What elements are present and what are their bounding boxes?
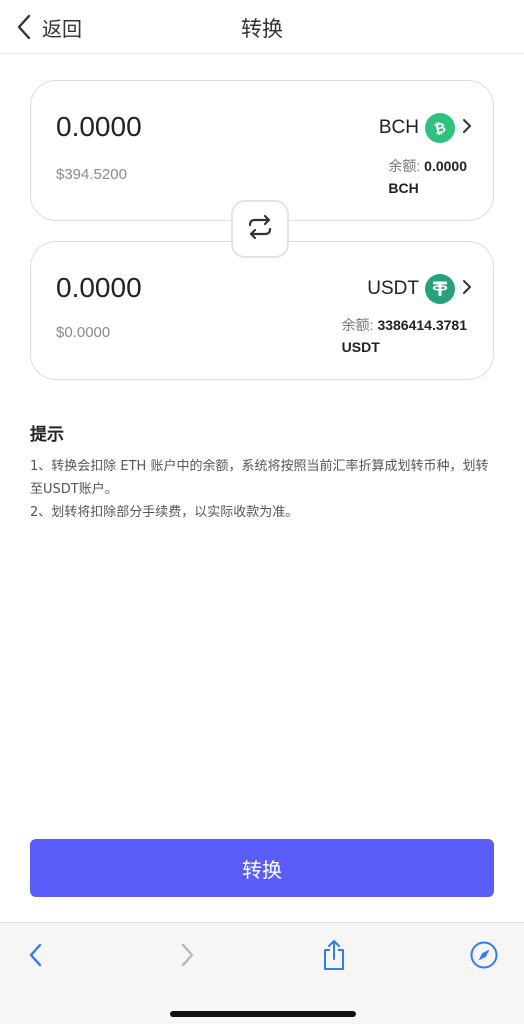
tips-title: 提示 <box>30 425 64 445</box>
from-balance: 余额: 0.0000 BCH <box>388 155 467 199</box>
to-balance: 余额: 3386414.3781 USDT <box>342 314 467 358</box>
chevron-right-icon <box>179 942 195 972</box>
swap-arrows-icon <box>246 214 274 243</box>
compass-icon <box>469 940 499 974</box>
to-token-name: USDT <box>367 278 419 299</box>
page-title: 转换 <box>241 17 283 41</box>
to-balance-unit: USDT <box>341 339 380 355</box>
home-indicator <box>170 1011 356 1017</box>
convert-submit-button[interactable]: 转换 <box>30 839 494 897</box>
tips-text: 1、转换会扣除 ETH 账户中的余额，系统将按照当前汇率折算成划转币种，划转至U… <box>30 455 500 524</box>
browser-back-button[interactable] <box>18 939 54 975</box>
to-token-selector[interactable]: USDT <box>367 274 473 304</box>
to-fiat-value: $0.0000 <box>56 324 111 341</box>
browser-forward-button[interactable] <box>169 939 205 975</box>
tip-line-1: 1、转换会扣除 ETH 账户中的余额，系统将按照当前汇率折算成划转币种，划转至U… <box>30 459 489 497</box>
from-token-name: BCH <box>378 117 419 138</box>
chevron-right-icon <box>461 279 473 299</box>
chevron-right-icon <box>461 118 473 138</box>
share-icon <box>321 939 347 975</box>
browser-share-button[interactable] <box>316 939 352 975</box>
to-asset-card: 0.0000 $0.0000 USDT 余额: 3386414.3781 USD… <box>30 241 494 380</box>
swap-direction-button[interactable] <box>231 200 289 258</box>
tip-line-2: 2、划转将扣除部分手续费，以实际收款为准。 <box>30 505 299 520</box>
to-amount-value: 0.0000 <box>56 272 142 303</box>
svg-text:₿: ₿ <box>433 120 448 138</box>
to-balance-value: 3386414.3781 <box>377 317 467 333</box>
from-fiat-value: $394.5200 <box>56 166 127 183</box>
browser-safari-button[interactable] <box>466 939 502 975</box>
from-balance-value: 0.0000 <box>424 158 467 174</box>
from-balance-unit: BCH <box>388 180 419 196</box>
browser-toolbar <box>0 922 524 1024</box>
top-nav-bar: 返回 转换 <box>0 0 524 54</box>
from-balance-label: 余额: <box>388 158 421 174</box>
usdt-coin-icon <box>425 274 455 304</box>
from-amount-input[interactable]: 0.0000 <box>56 111 142 143</box>
from-token-selector[interactable]: BCH ₿ <box>379 113 473 143</box>
bch-coin-icon: ₿ <box>425 113 455 143</box>
to-balance-label: 余额: <box>341 317 374 333</box>
chevron-left-icon <box>28 942 44 972</box>
